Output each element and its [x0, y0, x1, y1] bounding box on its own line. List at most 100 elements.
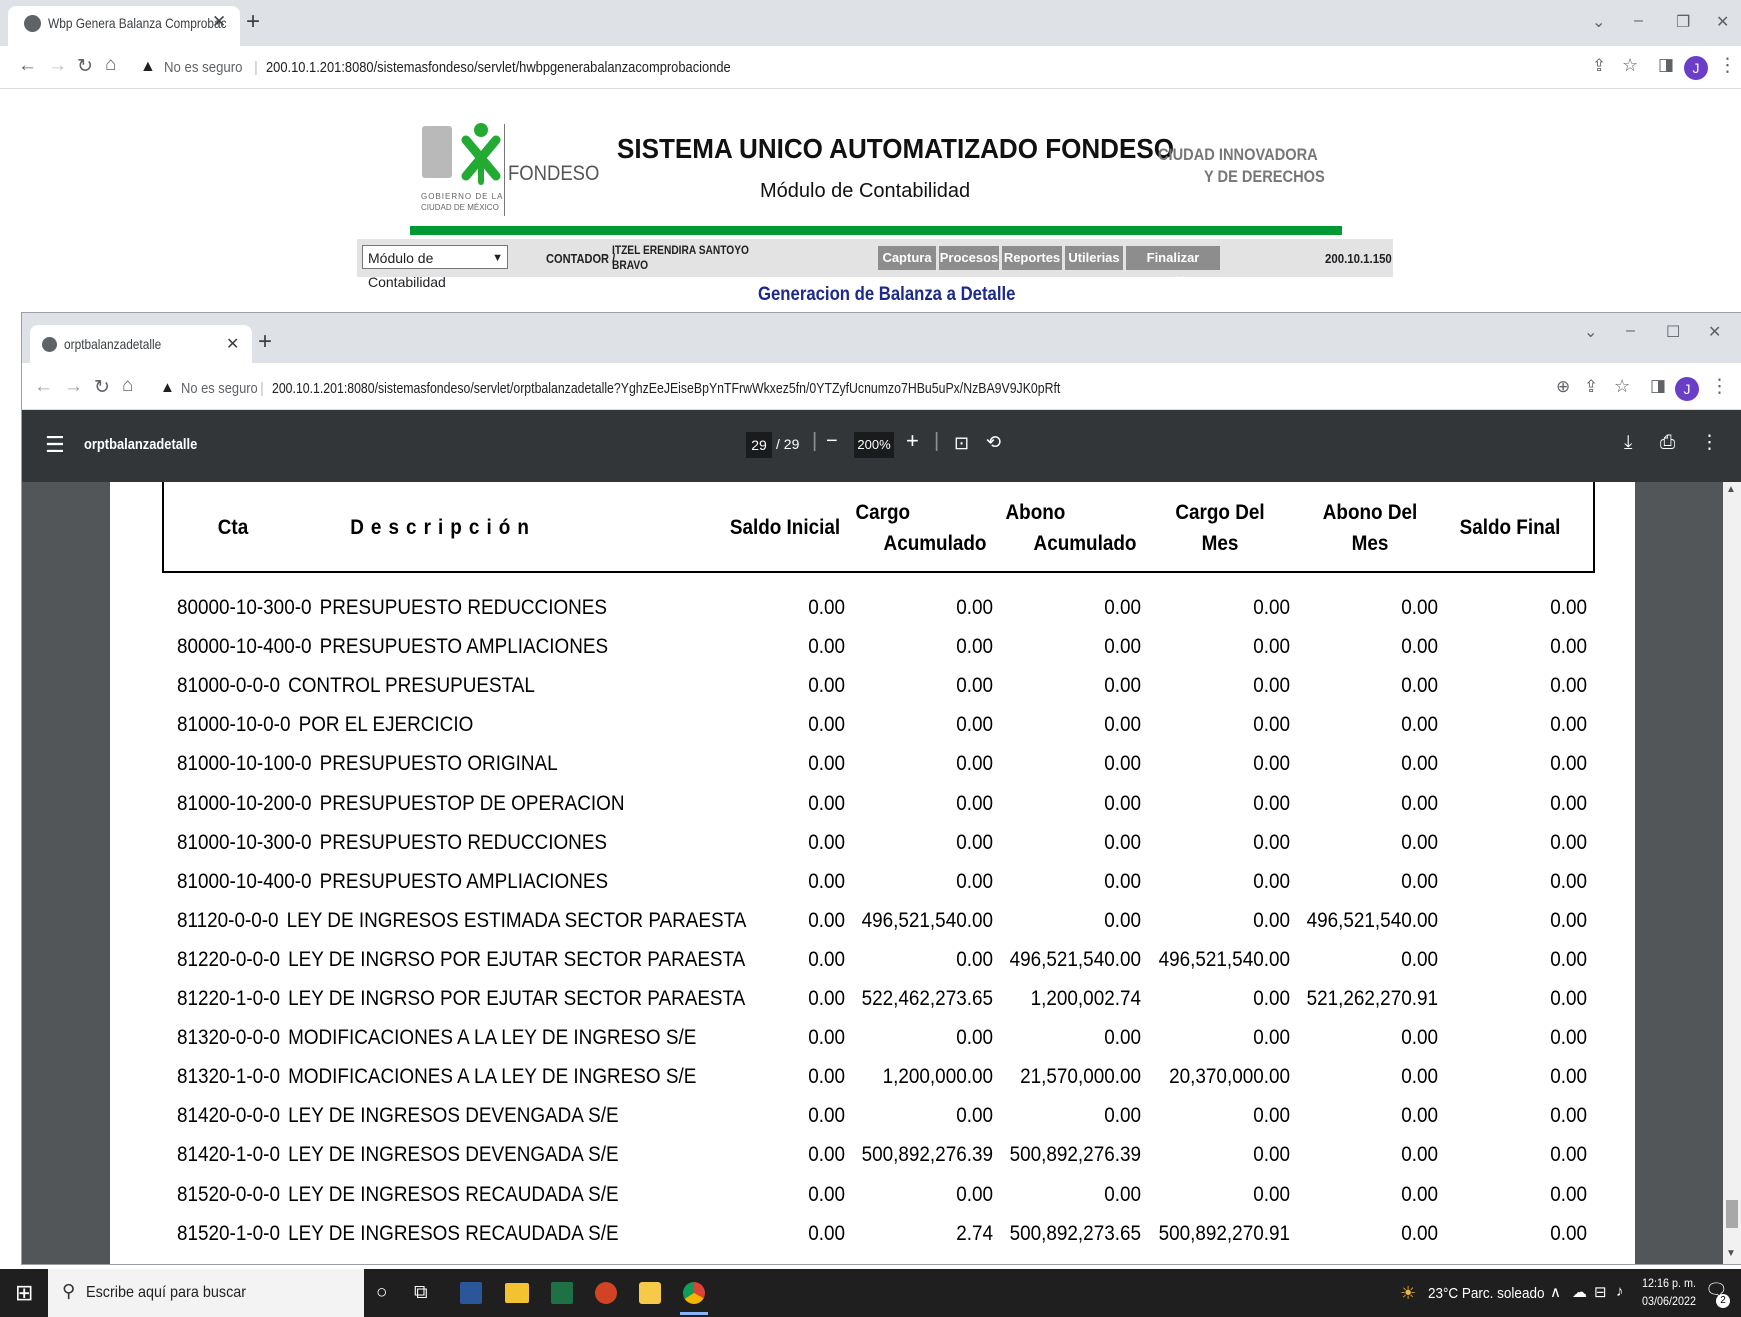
outer-toolbar: [0, 46, 1741, 89]
back-arrow-icon[interactable]: ←: [18, 55, 37, 77]
tray-chevron-icon[interactable]: ∧: [1550, 1283, 1561, 1301]
minimize-icon[interactable]: –: [1634, 12, 1643, 30]
network-icon[interactable]: ⊟: [1594, 1283, 1607, 1301]
module-select-value: Módulo de Contabilidad: [368, 250, 446, 290]
close-tab-icon[interactable]: ✕: [212, 12, 226, 32]
cell-descripcion: PRESUPUESTO REDUCCIONES: [319, 596, 608, 619]
volume-icon[interactable]: ♪: [1616, 1283, 1624, 1300]
security-label[interactable]: No es seguro: [164, 59, 243, 76]
reload-icon[interactable]: ↻: [94, 376, 110, 399]
pdf-more-icon[interactable]: ⋮: [1700, 431, 1719, 454]
cell-cuenta-descripcion: 80000-10-400-0 PRESUPUESTO AMPLIACIONES: [177, 635, 608, 659]
cloud-icon[interactable]: ☁: [1572, 1283, 1587, 1301]
chrome-app-icon[interactable]: [683, 1282, 705, 1304]
cell-descripcion: LEY DE INGRESOS DEVENGADA S/E: [288, 1104, 619, 1128]
maximize-icon[interactable]: ☐: [1666, 322, 1680, 342]
profile-avatar[interactable]: J: [1684, 56, 1708, 80]
print-icon[interactable]: ⎙: [1660, 432, 1675, 454]
cell-cuenta-descripcion: 81320-0-0-0 MODIFICACIONES A LA LEY DE IN…: [177, 1026, 696, 1050]
cell-cuenta-descripcion: 81000-10-200-0 PRESUPUESTOP DE OPERACION: [177, 792, 625, 816]
cell-cuenta-descripcion: 81520-1-0-0 LEY DE INGRESOS RECAUDADA S/E: [177, 1222, 619, 1246]
cortana-icon[interactable]: ○: [376, 1282, 387, 1304]
header-abono-mes-1: Abono Del: [1322, 501, 1418, 524]
cell-saldo-final: 0.00: [1550, 987, 1587, 1010]
module-select[interactable]: Módulo de Contabilidad ▼: [362, 245, 508, 290]
back-arrow-icon[interactable]: ←: [34, 376, 53, 398]
maximize-icon[interactable]: ❐: [1676, 12, 1690, 32]
profile-avatar[interactable]: J: [1675, 377, 1699, 401]
close-window-icon[interactable]: ✕: [1716, 12, 1729, 32]
sticky-app-icon[interactable]: [639, 1282, 661, 1304]
scrollbar-thumb[interactable]: [1726, 1200, 1738, 1228]
clock-date[interactable]: 03/06/2022: [1640, 1294, 1698, 1308]
user-name-line-1: ITZEL ERENDIRA SANTOYO: [612, 243, 749, 257]
scroll-up-icon[interactable]: ▲: [1726, 484, 1736, 495]
windows-start-icon[interactable]: ⊞: [15, 1280, 33, 1306]
close-tab-icon[interactable]: ✕: [226, 334, 239, 354]
file-explorer-icon[interactable]: [505, 1283, 529, 1303]
reload-icon[interactable]: ↻: [77, 55, 93, 78]
side-panel-icon[interactable]: ◨: [1658, 55, 1674, 75]
weather-icon[interactable]: ☀: [1400, 1283, 1416, 1304]
outer-url[interactable]: 200.10.1.201:8080/sistemasfondeso/servle…: [266, 59, 731, 76]
clock-time[interactable]: 12:16 p. m.: [1640, 1276, 1698, 1290]
download-icon[interactable]: ⤓: [1624, 432, 1632, 454]
url-divider: |: [260, 380, 264, 397]
globe-icon: [24, 15, 41, 32]
home-icon[interactable]: ⌂: [105, 54, 116, 76]
warning-icon[interactable]: ▲: [140, 58, 156, 76]
home-icon[interactable]: ⌂: [122, 375, 133, 397]
hamburger-menu-icon[interactable]: ☰: [45, 432, 65, 458]
side-panel-icon[interactable]: ◨: [1650, 376, 1666, 396]
word-app-icon[interactable]: [460, 1282, 482, 1304]
taskbar-search-placeholder: Escribe aquí para buscar: [86, 1284, 247, 1301]
cell-descripcion: PRESUPUESTOP DE OPERACION: [319, 791, 625, 815]
rotate-icon[interactable]: ⟲: [986, 432, 1001, 453]
menu-reportes[interactable]: Reportes: [1002, 246, 1062, 270]
cell-descripcion: MODIFICACIONES A LA LEY DE INGRESO S/E: [288, 1065, 697, 1089]
powerpoint-app-icon[interactable]: [595, 1282, 617, 1304]
cell-saldo-final: 0.00: [1550, 596, 1587, 619]
menu-utilerias[interactable]: Utilerias: [1065, 246, 1123, 270]
page-number-input[interactable]: 29: [746, 432, 772, 458]
zoom-icon[interactable]: ⊕: [1556, 377, 1570, 397]
menu-procesos[interactable]: Procesos: [939, 246, 999, 270]
fondeso-logo-text: FONDESO: [508, 162, 600, 185]
minimize-icon[interactable]: –: [1626, 322, 1635, 340]
tab-search-icon[interactable]: ⌄: [1592, 12, 1605, 32]
scroll-down-icon[interactable]: ▼: [1726, 1248, 1736, 1259]
bookmark-star-icon[interactable]: ☆: [1614, 376, 1630, 397]
weather-text[interactable]: 23°C Parc. soleado: [1428, 1285, 1544, 1302]
share-icon[interactable]: ⇪: [1584, 377, 1598, 397]
zoom-out-button[interactable]: −: [826, 430, 838, 453]
close-window-icon[interactable]: ✕: [1708, 322, 1721, 342]
inner-url[interactable]: 200.10.1.201:8080/sistemasfondeso/servle…: [272, 380, 1060, 397]
bookmark-star-icon[interactable]: ☆: [1622, 55, 1638, 76]
cell-cuenta-descripcion: 81000-0-0-0 CONTROL PRESUPUESTAL: [177, 674, 535, 698]
menu-finalizar-sesion[interactable]: Finalizar Sesión: [1126, 246, 1220, 289]
tab-search-icon[interactable]: ⌄: [1584, 322, 1597, 342]
forward-arrow-icon[interactable]: →: [48, 55, 67, 77]
cell-descripcion: PRESUPUESTO REDUCCIONES: [319, 830, 608, 854]
slogan-line-2: Y DE DERECHOS: [1204, 167, 1325, 186]
zoom-level-input[interactable]: 200%: [854, 432, 894, 458]
scrollbar-track[interactable]: [1723, 482, 1741, 1264]
fit-page-icon[interactable]: ⊡: [954, 433, 969, 454]
share-icon[interactable]: ⇪: [1592, 56, 1606, 76]
menu-captura[interactable]: Captura: [878, 246, 936, 270]
new-tab-button[interactable]: +: [258, 328, 272, 356]
cell-cta: 81320-1-0-0: [177, 1065, 280, 1089]
cell-cta: 81320-0-0-0: [177, 1026, 280, 1050]
new-tab-button[interactable]: +: [246, 8, 260, 36]
menu-kebab-icon[interactable]: ⋮: [1710, 375, 1729, 398]
excel-app-icon[interactable]: [551, 1282, 573, 1304]
warning-icon[interactable]: ▲: [160, 379, 175, 396]
forward-arrow-icon[interactable]: →: [64, 376, 83, 398]
outer-tab-title: Wbp Genera Balanza Comprobac: [48, 15, 227, 31]
zoom-in-button[interactable]: +: [906, 428, 919, 454]
task-view-icon[interactable]: ⧉: [414, 1282, 428, 1304]
cell-cta: 81000-0-0-0: [177, 674, 280, 698]
cell-cta: 80000-10-300-0: [177, 596, 312, 619]
menu-kebab-icon[interactable]: ⋮: [1718, 54, 1737, 77]
security-label[interactable]: No es seguro: [181, 380, 258, 397]
